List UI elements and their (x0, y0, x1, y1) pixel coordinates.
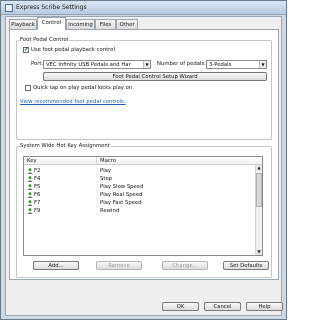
settings-window: Express Scribe Settings Playback Control… (0, 0, 287, 320)
user-icon (27, 176, 33, 182)
row-macro: Play Real Speed (100, 192, 143, 198)
port-label: Port: (31, 61, 44, 67)
hotkey-list-scrollbar[interactable]: ▲ ▼ (255, 165, 262, 255)
pedals-select[interactable]: 3-Pedals ▼ (206, 60, 267, 69)
port-select[interactable]: VEC Infinity USB Pedals and Har ▼ (43, 60, 151, 69)
row-macro: Rewind (100, 208, 120, 214)
chevron-down-icon: ▼ (259, 61, 266, 68)
foot-pedal-group: Foot Pedal Control Use foot pedal playba… (16, 37, 272, 140)
use-foot-pedal-checkbox[interactable] (23, 46, 29, 53)
row-macro: Stop (100, 176, 113, 182)
row-key: F2 (34, 168, 41, 174)
user-icon (27, 192, 33, 198)
remove-hotkey-button[interactable]: Remove (96, 261, 142, 270)
hotkey-group: System Wide Hot Key Assignment Key Macro… (16, 143, 272, 278)
change-hotkey-button[interactable]: Change... (162, 261, 208, 270)
tab-playback[interactable]: Playback (9, 19, 37, 29)
quick-tap-label: Quick tap on play pedal locks play on (33, 85, 133, 91)
scroll-thumb[interactable] (256, 173, 262, 207)
table-row[interactable]: F2 Play (24, 168, 249, 175)
tab-files[interactable]: Files (95, 19, 116, 29)
row-macro: Play Slow Speed (100, 184, 144, 190)
table-row[interactable]: F5 Play Slow Speed (24, 184, 249, 191)
table-row[interactable]: F6 Play Real Speed (24, 192, 249, 199)
chevron-down-icon: ▼ (143, 61, 150, 68)
column-macro[interactable]: Macro (100, 158, 116, 164)
pedals-label: Number of pedals: (157, 61, 206, 67)
add-hotkey-button[interactable]: Add... (33, 261, 79, 270)
title-bar[interactable]: Express Scribe Settings (1, 1, 286, 15)
pedals-select-value: 3-Pedals (209, 62, 232, 68)
tab-control[interactable]: Control (37, 17, 66, 30)
foot-pedal-group-label: Foot Pedal Control (19, 37, 70, 43)
ok-button[interactable]: OK (162, 302, 199, 311)
table-row[interactable]: F7 Play Fast Speed (24, 200, 249, 207)
tab-other[interactable]: Other (116, 19, 138, 29)
tab-incoming[interactable]: Incoming (66, 19, 95, 29)
table-row[interactable]: F4 Stop (24, 176, 249, 183)
scroll-down-icon[interactable]: ▼ (256, 249, 262, 255)
port-select-value: VEC Infinity USB Pedals and Har (46, 62, 131, 68)
column-key[interactable]: Key (27, 158, 37, 164)
row-macro: Play (100, 168, 112, 174)
row-key: F9 (34, 208, 41, 214)
user-icon (27, 168, 33, 174)
hotkey-list[interactable]: Key Macro F2 Play F4 Stop F5 Play Slow S… (23, 156, 263, 256)
user-icon (27, 184, 33, 190)
row-macro: Play Fast Speed (100, 200, 142, 206)
help-button[interactable]: Help (246, 302, 283, 311)
set-defaults-button[interactable]: Set Defaults (223, 261, 269, 270)
hotkey-group-label: System Wide Hot Key Assignment (19, 143, 111, 149)
hotkey-list-header: Key Macro (24, 157, 262, 165)
recommended-controls-link[interactable]: View recommended foot pedal controls. (20, 99, 126, 105)
table-row[interactable]: F9 Rewind (24, 208, 249, 215)
scroll-up-icon[interactable]: ▲ (256, 165, 262, 171)
app-icon (5, 4, 13, 12)
row-key: F7 (34, 200, 41, 206)
row-key: F6 (34, 192, 41, 198)
cancel-button[interactable]: Cancel (204, 302, 241, 311)
setup-wizard-button[interactable]: Foot Pedal Control Setup Wizard (43, 72, 267, 81)
dialog-client: Playback Control Incoming Files Other Fo… (5, 16, 283, 316)
use-foot-pedal-label: Use foot pedal playback control (31, 47, 115, 53)
control-tab-panel: Foot Pedal Control Use foot pedal playba… (9, 29, 279, 280)
window-title: Express Scribe Settings (16, 4, 87, 11)
row-key: F5 (34, 184, 41, 190)
user-icon (27, 208, 33, 214)
column-divider[interactable] (96, 157, 97, 165)
quick-tap-checkbox[interactable] (25, 85, 31, 91)
row-key: F4 (34, 176, 41, 182)
user-icon (27, 200, 33, 206)
